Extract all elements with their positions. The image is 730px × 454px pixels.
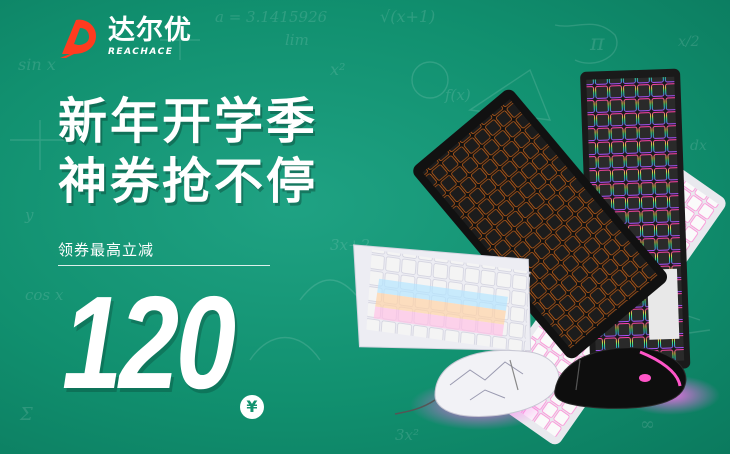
- brand-logo[interactable]: 达尔优 REACHACE: [56, 14, 192, 60]
- headline: 新年开学季 神券抢不停: [58, 92, 318, 212]
- coupon-label: 领券最高立减: [58, 241, 155, 259]
- doodle: √(x+1): [380, 7, 435, 26]
- doodle-arc: [249, 336, 321, 361]
- doodle: y: [24, 206, 34, 224]
- doodle-curve: [554, 23, 618, 64]
- headline-line-1: 新年开学季: [58, 93, 319, 150]
- doodle: π: [589, 31, 605, 56]
- headline-line-2: 神券抢不停: [58, 153, 319, 210]
- coupon-amount: 120: [62, 269, 236, 416]
- doodle: Σ: [19, 404, 33, 425]
- reachace-logo-icon: [60, 19, 96, 58]
- doodle: cos x: [25, 286, 64, 304]
- currency-badge: ¥: [240, 395, 264, 419]
- product-illustration[interactable]: [340, 60, 730, 454]
- promo-banner[interactable]: a = 3.1415926 sin x √(x+1) π f(x) x² lim…: [0, 0, 730, 454]
- brand-name-en: REACHACE: [108, 47, 174, 57]
- doodle: x/2: [678, 34, 700, 50]
- doodle: sin x: [18, 55, 56, 74]
- brand-name-cn: 达尔优: [108, 15, 192, 46]
- doodle: lim: [285, 31, 309, 49]
- divider: [58, 265, 270, 266]
- doodle: a = 3.1415926: [215, 8, 328, 26]
